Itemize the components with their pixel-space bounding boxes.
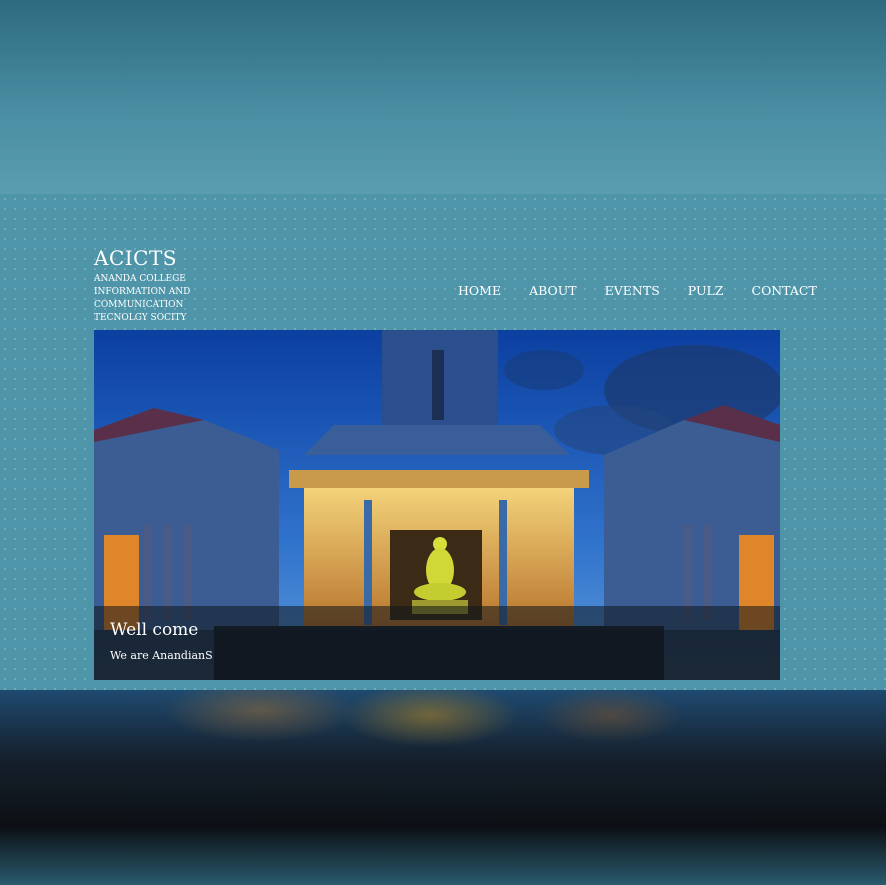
main-navigation: HOME ABOUT EVENTS PULZ CONTACT [458,283,817,298]
hero-caption-subtitle: We are AnandianS [110,649,213,662]
site-brand[interactable]: ACICTS ANANDA COLLEGE INFORMATION AND CO… [94,246,204,325]
hero-caption: Well come We are AnandianS [94,606,780,680]
nav-home-link[interactable]: HOME [458,283,501,298]
blurred-background-bottom [0,690,886,885]
hero-caption-title: Well come [110,620,199,640]
nav-events-link[interactable]: EVENTS [605,283,660,298]
blurred-background-top [0,0,886,194]
nav-pulz-link[interactable]: PULZ [688,283,724,298]
site-logo-subtitle: ANANDA COLLEGE INFORMATION AND COMMUNICA… [94,274,191,323]
hero-slider[interactable]: Well come We are AnandianS [94,330,780,680]
site-logo-title[interactable]: ACICTS [94,246,204,270]
nav-contact-link[interactable]: CONTACT [752,283,817,298]
website-page: ACICTS ANANDA COLLEGE INFORMATION AND CO… [0,194,886,690]
nav-about-link[interactable]: ABOUT [529,283,577,298]
